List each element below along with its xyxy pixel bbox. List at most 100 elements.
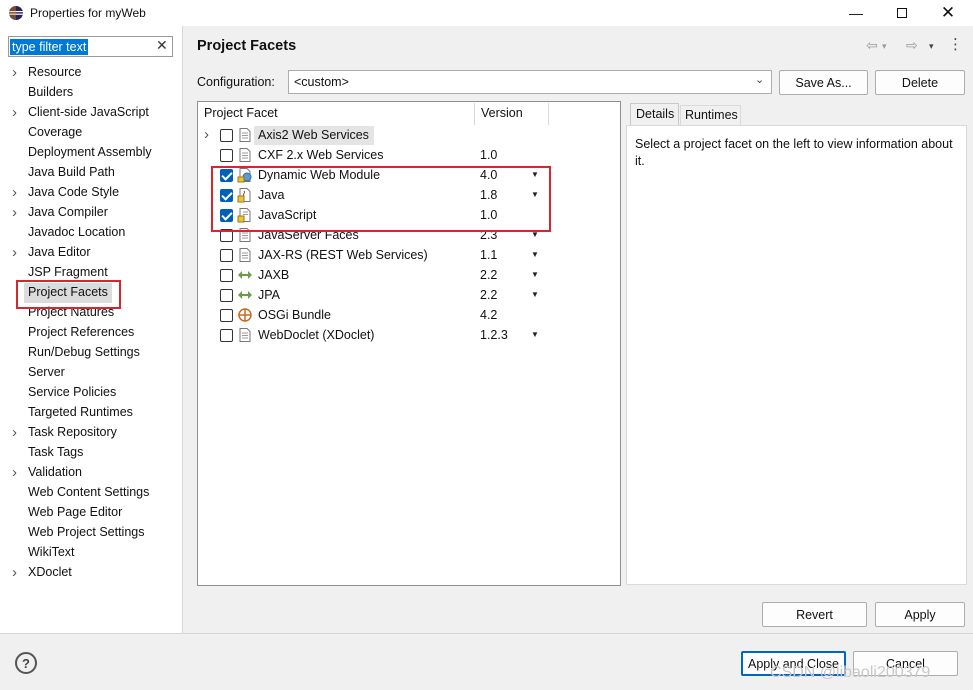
facet-version-jpa[interactable]: 2.2: [480, 286, 497, 304]
facet-name-osgi-bundle: OSGi Bundle: [258, 308, 331, 322]
chevron-right-icon[interactable]: ›: [204, 126, 209, 143]
maximize-button[interactable]: [879, 0, 925, 26]
facet-name-jpa: JPA: [258, 288, 280, 302]
tab-details-label: Details: [636, 107, 675, 121]
version-dropdown-icon[interactable]: ▼: [531, 330, 539, 339]
page-icon: [237, 327, 253, 343]
column-divider: [474, 103, 475, 125]
chevron-right-icon[interactable]: ›: [12, 463, 22, 482]
revert-button[interactable]: Revert: [762, 602, 867, 627]
nav-item-builders[interactable]: Builders: [28, 83, 73, 102]
configuration-label: Configuration:: [197, 75, 275, 89]
page-icon: [237, 247, 253, 263]
forward-arrow-icon[interactable]: ⇨: [906, 37, 918, 54]
help-icon[interactable]: ?: [15, 652, 37, 674]
chevron-right-icon[interactable]: ›: [12, 183, 22, 202]
facet-version-jaxb[interactable]: 2.2: [480, 266, 497, 284]
chevron-right-icon[interactable]: ›: [12, 103, 22, 122]
close-button[interactable]: ✕: [925, 0, 971, 26]
nav-item-web-page-editor[interactable]: Web Page Editor: [28, 503, 122, 522]
close-icon: ✕: [940, 3, 956, 22]
nav-item-java-build-path[interactable]: Java Build Path: [28, 163, 115, 182]
osgi-icon: [237, 307, 253, 323]
nav-item-web-project-settings[interactable]: Web Project Settings: [28, 523, 145, 542]
nav-item-server[interactable]: Server: [28, 363, 65, 382]
nav-item-validation[interactable]: Validation: [28, 463, 82, 482]
minimize-icon: —: [849, 5, 863, 21]
version-dropdown-icon[interactable]: ▼: [531, 250, 539, 259]
minimize-button[interactable]: —: [833, 0, 879, 26]
nav-item-wikitext[interactable]: WikiText: [28, 543, 75, 562]
chevron-right-icon[interactable]: ›: [12, 563, 22, 582]
nav-item-run-debug-settings[interactable]: Run/Debug Settings: [28, 343, 140, 362]
facet-version-webdoclet-xdoclet[interactable]: 1.2.3: [480, 326, 508, 344]
nav-item-resource[interactable]: Resource: [28, 63, 82, 82]
nav-item-javadoc-location[interactable]: Javadoc Location: [28, 223, 125, 242]
nav-item-xdoclet[interactable]: XDoclet: [28, 563, 72, 582]
facet-version-osgi-bundle: 4.2: [480, 308, 498, 322]
checkbox-jaxb[interactable]: [220, 269, 233, 282]
tab-runtimes-label: Runtimes: [685, 108, 738, 122]
tab-details[interactable]: Details: [630, 103, 679, 125]
nav-item-client-side-javascript[interactable]: Client-side JavaScript: [28, 103, 149, 122]
facet-version-cxf-2-x-web-services: 1.0: [480, 148, 498, 162]
checkbox-cxf-2-x-web-services[interactable]: [220, 149, 233, 162]
nav-item-task-tags[interactable]: Task Tags: [28, 443, 83, 462]
checkbox-osgi-bundle[interactable]: [220, 309, 233, 322]
nav-item-project-references[interactable]: Project References: [28, 323, 134, 342]
facet-name-jaxb: JAXB: [258, 268, 290, 282]
back-arrow-icon[interactable]: ⇦: [866, 37, 878, 54]
chevron-down-icon: ⌄: [755, 74, 765, 86]
nav-item-deployment-assembly[interactable]: Deployment Assembly: [28, 143, 152, 162]
chevron-right-icon[interactable]: ›: [12, 243, 22, 262]
delete-button[interactable]: Delete: [875, 70, 965, 95]
forward-menu-chevron-icon[interactable]: ▾: [929, 41, 934, 52]
column-divider: [548, 103, 549, 125]
version-dropdown-icon[interactable]: ▼: [531, 270, 539, 279]
configuration-select[interactable]: [288, 70, 772, 94]
nav-item-web-content-settings[interactable]: Web Content Settings: [28, 483, 149, 502]
checkbox-jax-rs-rest-web-services[interactable]: [220, 249, 233, 262]
filter-input-text: type filter text: [10, 39, 89, 55]
nav-item-service-policies[interactable]: Service Policies: [28, 383, 116, 402]
facet-name-axis2-web-services: Axis2 Web Services: [258, 128, 369, 142]
checkbox-webdoclet-xdoclet[interactable]: [220, 329, 233, 342]
page-title: Project Facets: [197, 38, 297, 54]
arrows-icon: [237, 267, 253, 283]
tab-runtimes[interactable]: Runtimes: [680, 105, 741, 125]
annotation-highlight-box: [211, 166, 551, 232]
nav-item-task-repository[interactable]: Task Repository: [28, 423, 117, 442]
watermark: CSDN @libaoli200379: [770, 664, 931, 681]
chevron-right-icon[interactable]: ›: [12, 63, 22, 82]
facet-name-cxf-2-x-web-services: CXF 2.x Web Services: [258, 148, 384, 162]
facet-name-jax-rs-rest-web-services: JAX-RS (REST Web Services): [258, 248, 428, 262]
divider: [0, 633, 973, 634]
eclipse-logo-icon: [9, 6, 23, 20]
version-dropdown-icon[interactable]: ▼: [531, 290, 539, 299]
nav-item-java-code-style[interactable]: Java Code Style: [28, 183, 119, 202]
checkbox-jpa[interactable]: [220, 289, 233, 302]
facet-version-jax-rs-rest-web-services[interactable]: 1.1: [480, 246, 497, 264]
checkbox-axis2-web-services[interactable]: [220, 129, 233, 142]
annotation-highlight-box: [16, 280, 121, 309]
column-header-version[interactable]: Version: [481, 106, 523, 120]
save-as-button[interactable]: Save As...: [779, 70, 868, 95]
nav-item-coverage[interactable]: Coverage: [28, 123, 82, 142]
configuration-value: <custom>: [294, 75, 349, 89]
more-options-icon[interactable]: ⋮: [948, 35, 963, 53]
page-icon: [237, 147, 253, 163]
nav-item-java-compiler[interactable]: Java Compiler: [28, 203, 108, 222]
page-icon: [237, 127, 253, 143]
details-pane: [626, 125, 967, 585]
nav-item-java-editor[interactable]: Java Editor: [28, 243, 91, 262]
back-menu-chevron-icon[interactable]: ▾: [882, 41, 887, 52]
clear-filter-icon[interactable]: ✕: [156, 37, 168, 54]
chevron-right-icon[interactable]: ›: [12, 203, 22, 222]
nav-item-targeted-runtimes[interactable]: Targeted Runtimes: [28, 403, 133, 422]
facet-name-webdoclet-xdoclet: WebDoclet (XDoclet): [258, 328, 375, 342]
arrows-icon: [237, 287, 253, 303]
maximize-icon: [897, 8, 907, 18]
column-header-facet[interactable]: Project Facet: [204, 106, 278, 120]
chevron-right-icon[interactable]: ›: [12, 423, 22, 442]
apply-button[interactable]: Apply: [875, 602, 965, 627]
